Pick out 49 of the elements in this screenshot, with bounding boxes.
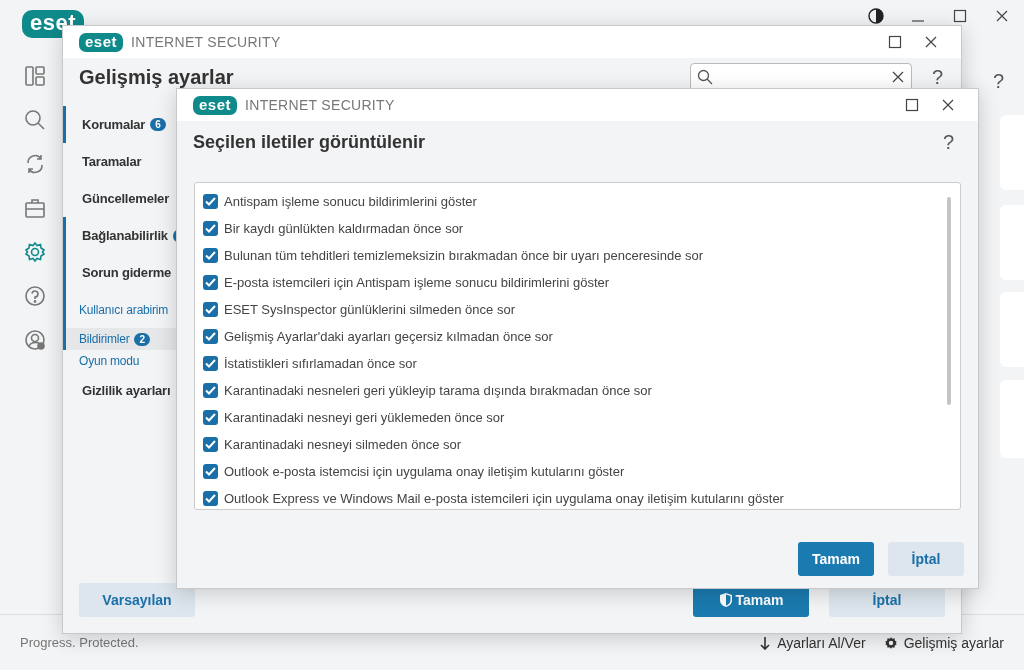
checkbox[interactable] bbox=[203, 221, 218, 236]
settings-icon bbox=[883, 635, 898, 650]
checkbox[interactable] bbox=[203, 302, 218, 317]
search-field[interactable] bbox=[689, 63, 912, 91]
help-icon[interactable]: ? bbox=[931, 65, 943, 89]
footer-link[interactable]: Gelişmiş ayarlar bbox=[883, 634, 1004, 651]
contrast-icon[interactable] bbox=[868, 8, 884, 24]
cancel-button[interactable]: İptal bbox=[888, 542, 964, 576]
help-icon[interactable]: ? bbox=[992, 70, 1004, 93]
message-option[interactable]: Antispam işleme sonucu bildirimlerini göster bbox=[203, 188, 960, 215]
close-icon[interactable] bbox=[940, 97, 956, 113]
footer-link[interactable]: Ayarları Al/Ver bbox=[759, 634, 866, 651]
search-icon bbox=[696, 69, 713, 85]
close-icon[interactable] bbox=[923, 34, 939, 50]
message-option[interactable]: Karantinadaki nesneleri geri yükleyip tarama dışında bırakmadan önce sor bbox=[203, 377, 960, 404]
checkbox[interactable] bbox=[203, 410, 218, 425]
transfer-icon bbox=[759, 635, 772, 650]
logo: eset bbox=[193, 95, 238, 115]
count-badge: 6 bbox=[150, 118, 166, 131]
checkbox[interactable] bbox=[203, 275, 218, 290]
help-icon[interactable]: ? bbox=[942, 131, 954, 154]
maximize-icon[interactable] bbox=[952, 8, 968, 24]
checkbox[interactable] bbox=[203, 491, 218, 506]
message-option[interactable]: Outlook Express ve Windows Mail e-posta istemcileri için uygulama onay iletişim kutularını göster bbox=[203, 485, 960, 512]
message-option[interactable]: İstatistikleri sıfırlamadan önce sor bbox=[203, 350, 960, 377]
checkbox[interactable] bbox=[203, 329, 218, 344]
ok-button[interactable]: Tamam bbox=[798, 542, 874, 576]
product-name: INTERNET SECURITY bbox=[131, 33, 281, 52]
checkbox[interactable] bbox=[203, 356, 218, 371]
checkbox[interactable] bbox=[203, 194, 218, 209]
maximize-icon[interactable] bbox=[887, 34, 903, 50]
checkbox[interactable] bbox=[203, 464, 218, 479]
scrollbar[interactable] bbox=[947, 197, 951, 405]
status-text: Progress. Protected. bbox=[20, 635, 139, 650]
clear-icon[interactable] bbox=[890, 70, 905, 84]
product-name: INTERNET SECURITY bbox=[245, 96, 395, 115]
default-button[interactable]: Varsayılan bbox=[79, 583, 195, 617]
maximize-icon[interactable] bbox=[904, 97, 920, 113]
close-icon[interactable] bbox=[994, 8, 1010, 24]
message-option[interactable]: Outlook e-posta istemcisi için uygulama onay iletişim kutularını göster bbox=[203, 458, 960, 485]
checkbox[interactable] bbox=[203, 248, 218, 263]
window-heading: Gelişmiş ayarlar bbox=[79, 65, 234, 89]
message-option[interactable]: Karantinadaki nesneyi silmeden önce sor bbox=[203, 431, 960, 458]
count-badge: 2 bbox=[134, 332, 150, 346]
checkbox[interactable] bbox=[203, 437, 218, 452]
message-option[interactable]: Karantinadaki nesneyi geri yüklemeden önce sor bbox=[203, 404, 960, 431]
shield-icon bbox=[718, 592, 733, 608]
checkbox[interactable] bbox=[203, 383, 218, 398]
logo: eset bbox=[79, 32, 124, 52]
